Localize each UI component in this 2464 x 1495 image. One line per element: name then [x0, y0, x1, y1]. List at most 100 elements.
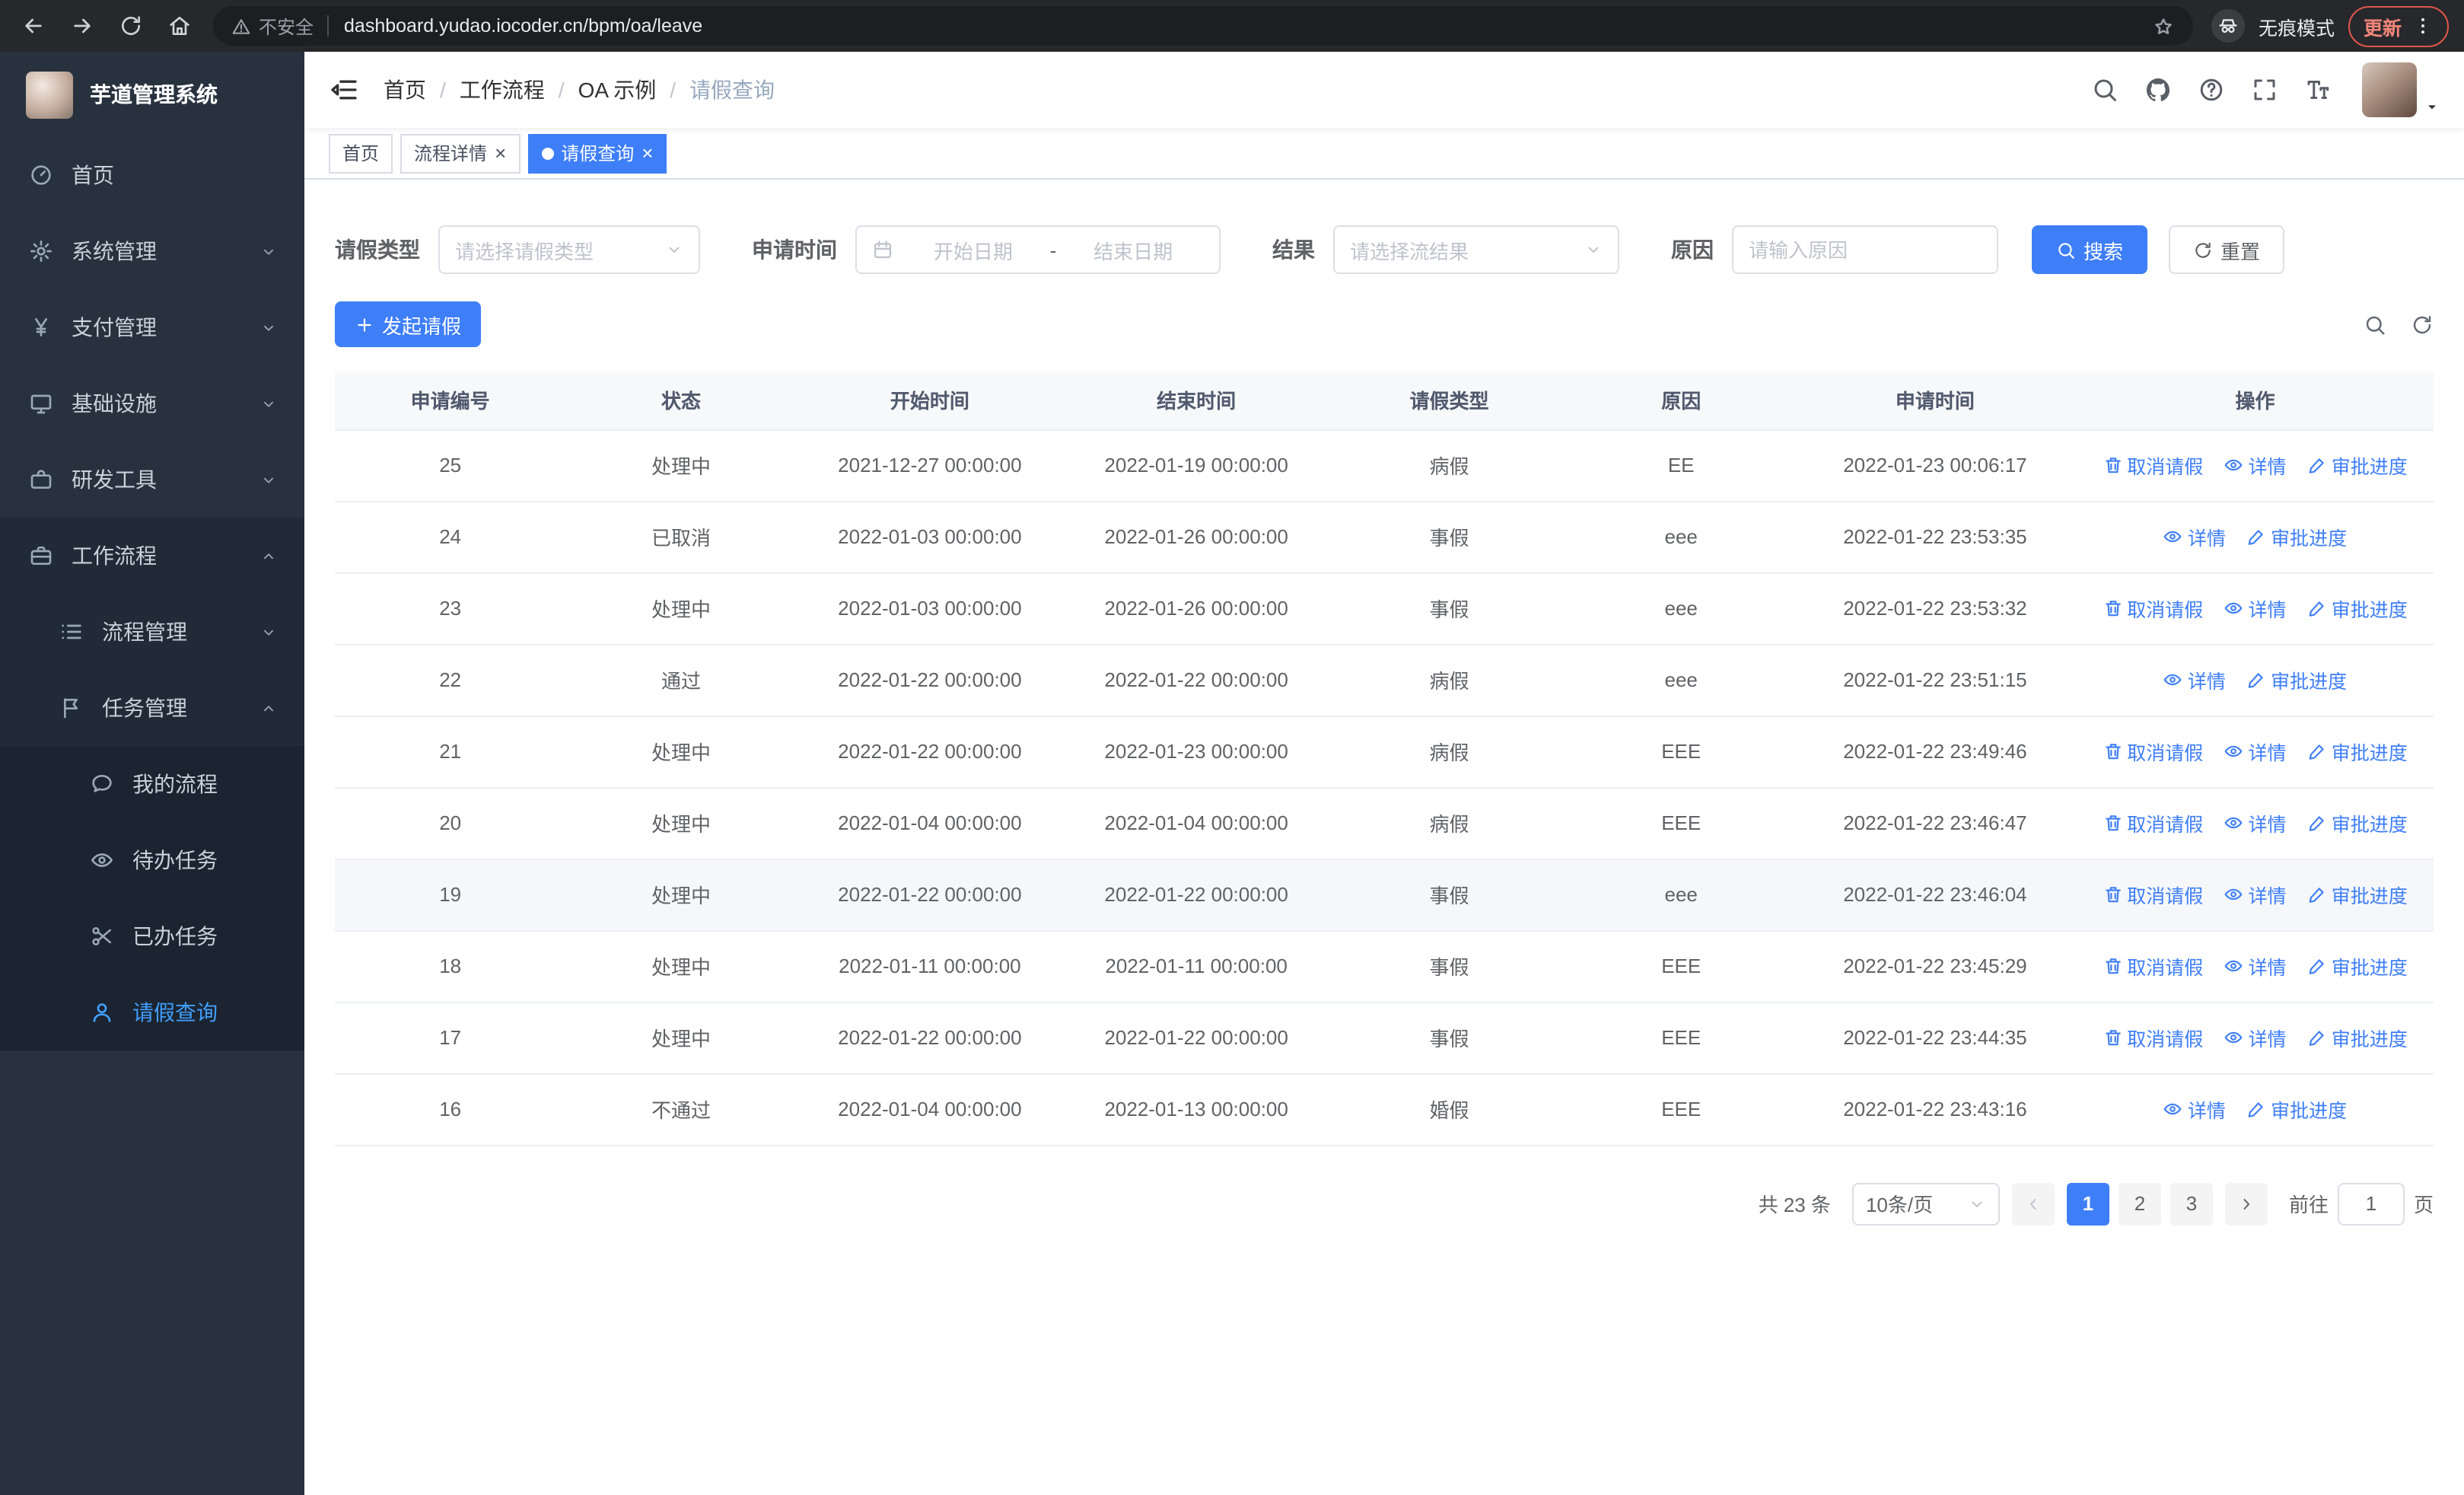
- tab-label: 请假查询: [561, 143, 635, 164]
- approval-progress-link[interactable]: 审批进度: [2307, 880, 2408, 909]
- approval-progress-link[interactable]: 审批进度: [2246, 665, 2347, 694]
- user-menu[interactable]: [2362, 62, 2440, 117]
- cell-apply-id: 24: [335, 501, 566, 573]
- breadcrumb-item[interactable]: 工作流程: [460, 75, 545, 105]
- cell-reason: EEE: [1568, 787, 1794, 859]
- trash-icon: [2103, 885, 2122, 904]
- approval-progress-link[interactable]: 审批进度: [2307, 952, 2408, 980]
- cancel-leave-link[interactable]: 取消请假: [2103, 952, 2203, 980]
- leave-type-label: 请假类型: [335, 237, 420, 262]
- cell-status: 处理中: [565, 787, 797, 859]
- cell-status: 处理中: [565, 930, 797, 1003]
- detail-link[interactable]: 详情: [2163, 522, 2226, 551]
- cancel-leave-link[interactable]: 取消请假: [2103, 594, 2203, 623]
- prev-page-button[interactable]: [2011, 1182, 2055, 1225]
- eye-icon: [88, 847, 114, 873]
- breadcrumb-item[interactable]: 首页: [384, 75, 426, 105]
- sidebar-item-my-process[interactable]: 我的流程: [0, 746, 304, 822]
- trash-icon: [2103, 956, 2122, 976]
- leave-type-select[interactable]: 请选择请假类型: [438, 225, 700, 274]
- sidebar-item-done-tasks[interactable]: 已办任务: [0, 898, 304, 974]
- approval-progress-link[interactable]: 审批进度: [2307, 594, 2408, 623]
- detail-link[interactable]: 详情: [2224, 880, 2287, 909]
- cancel-leave-link[interactable]: 取消请假: [2103, 737, 2203, 766]
- address-bar[interactable]: 不安全 dashboard.yudao.iocoder.cn/bpm/oa/le…: [213, 6, 2193, 46]
- detail-link[interactable]: 详情: [2224, 952, 2287, 980]
- update-button[interactable]: 更新: [2348, 5, 2449, 46]
- cancel-leave-link[interactable]: 取消请假: [2103, 451, 2203, 480]
- approval-progress-link[interactable]: 审批进度: [2307, 808, 2408, 837]
- browser-menu-icon[interactable]: [2412, 15, 2434, 37]
- search-button[interactable]: 搜索: [2032, 225, 2148, 274]
- sidebar-item-payment-management[interactable]: 支付管理: [0, 289, 304, 365]
- sidebar-item-workflow[interactable]: 工作流程: [0, 518, 304, 594]
- create-leave-button[interactable]: 发起请假: [335, 301, 482, 347]
- sidebar-item-system-management[interactable]: 系统管理: [0, 213, 304, 289]
- reset-button[interactable]: 重置: [2169, 225, 2285, 274]
- page-size-select[interactable]: 10条/页: [1851, 1182, 2000, 1225]
- detail-link[interactable]: 详情: [2224, 451, 2287, 480]
- tab-home[interactable]: 首页: [329, 133, 393, 173]
- close-tab-icon[interactable]: ×: [495, 143, 506, 163]
- detail-link[interactable]: 详情: [2224, 737, 2287, 766]
- cancel-leave-link[interactable]: 取消请假: [2103, 880, 2203, 909]
- column-header: 申请时间: [1793, 371, 2077, 430]
- font-size-icon[interactable]: [2304, 76, 2332, 104]
- sidebar-item-todo-tasks[interactable]: 待办任务: [0, 822, 304, 898]
- detail-link[interactable]: 详情: [2224, 594, 2287, 623]
- not-secure-label: 不安全: [259, 16, 314, 37]
- detail-link[interactable]: 详情: [2224, 808, 2287, 837]
- trash-icon: [2103, 741, 2122, 761]
- next-page-button[interactable]: [2224, 1182, 2268, 1225]
- sidebar-item-home[interactable]: 首页: [0, 137, 304, 213]
- cell-leave-type: 病假: [1329, 787, 1569, 859]
- tab-leave-query[interactable]: 请假查询 ×: [527, 133, 667, 173]
- github-icon[interactable]: [2144, 76, 2172, 104]
- fullscreen-icon[interactable]: [2251, 76, 2278, 104]
- browser-back-button[interactable]: [15, 8, 52, 44]
- close-tab-icon[interactable]: ×: [641, 143, 653, 163]
- tab-process-detail[interactable]: 流程详情 ×: [400, 133, 520, 173]
- end-date-placeholder: 结束日期: [1094, 240, 1173, 263]
- header-search-icon[interactable]: [2091, 76, 2119, 104]
- toggle-search-button[interactable]: [2364, 313, 2386, 336]
- cancel-leave-link[interactable]: 取消请假: [2103, 1023, 2203, 1052]
- detail-link[interactable]: 详情: [2224, 1023, 2287, 1052]
- browser-home-button[interactable]: [161, 8, 198, 44]
- approval-progress-link[interactable]: 审批进度: [2246, 1095, 2347, 1124]
- page-button-3[interactable]: 3: [2170, 1182, 2213, 1225]
- cell-apply-time: 2022-01-22 23:46:47: [1793, 787, 2077, 859]
- table-tool-icons: [2364, 313, 2434, 336]
- cell-end-time: 2022-01-22 00:00:00: [1063, 644, 1330, 716]
- sidebar-toggle-button[interactable]: [329, 75, 359, 105]
- cell-reason: EEE: [1568, 1002, 1794, 1074]
- sidebar-item-process-management[interactable]: 流程管理: [0, 594, 304, 670]
- help-icon[interactable]: [2198, 76, 2225, 104]
- breadcrumb-item[interactable]: OA 示例: [578, 75, 657, 105]
- reason-input[interactable]: [1749, 238, 1982, 261]
- caret-down-icon: [2424, 99, 2440, 117]
- browser-forward-button[interactable]: [64, 8, 100, 44]
- table-row: 24 已取消 2022-01-03 00:00:00 2022-01-26 00…: [335, 501, 2434, 573]
- page-button-2[interactable]: 2: [2118, 1182, 2161, 1225]
- sidebar-item-leave-query[interactable]: 请假查询: [0, 974, 304, 1050]
- cancel-leave-link[interactable]: 取消请假: [2103, 808, 2203, 837]
- detail-link[interactable]: 详情: [2163, 1095, 2226, 1124]
- detail-link[interactable]: 详情: [2163, 665, 2226, 694]
- page-button-1[interactable]: 1: [2066, 1182, 2109, 1225]
- apply-time-range-picker[interactable]: 开始日期 - 结束日期: [855, 225, 1221, 274]
- user-icon: [88, 999, 114, 1025]
- approval-progress-link[interactable]: 审批进度: [2307, 1023, 2408, 1052]
- sidebar-item-infrastructure[interactable]: 基础设施: [0, 365, 304, 441]
- sidebar-item-dev-tools[interactable]: 研发工具: [0, 441, 304, 518]
- edit-icon: [2307, 813, 2327, 833]
- goto-page-input[interactable]: [2337, 1182, 2405, 1225]
- refresh-table-button[interactable]: [2411, 313, 2434, 336]
- browser-reload-button[interactable]: [113, 8, 149, 44]
- approval-progress-link[interactable]: 审批进度: [2307, 451, 2408, 480]
- sidebar-item-task-management[interactable]: 任务管理: [0, 670, 304, 746]
- approval-progress-link[interactable]: 审批进度: [2307, 737, 2408, 766]
- approval-progress-link[interactable]: 审批进度: [2246, 522, 2347, 551]
- result-select[interactable]: 请选择流结果: [1333, 225, 1619, 274]
- bookmark-star-icon[interactable]: [2152, 14, 2175, 37]
